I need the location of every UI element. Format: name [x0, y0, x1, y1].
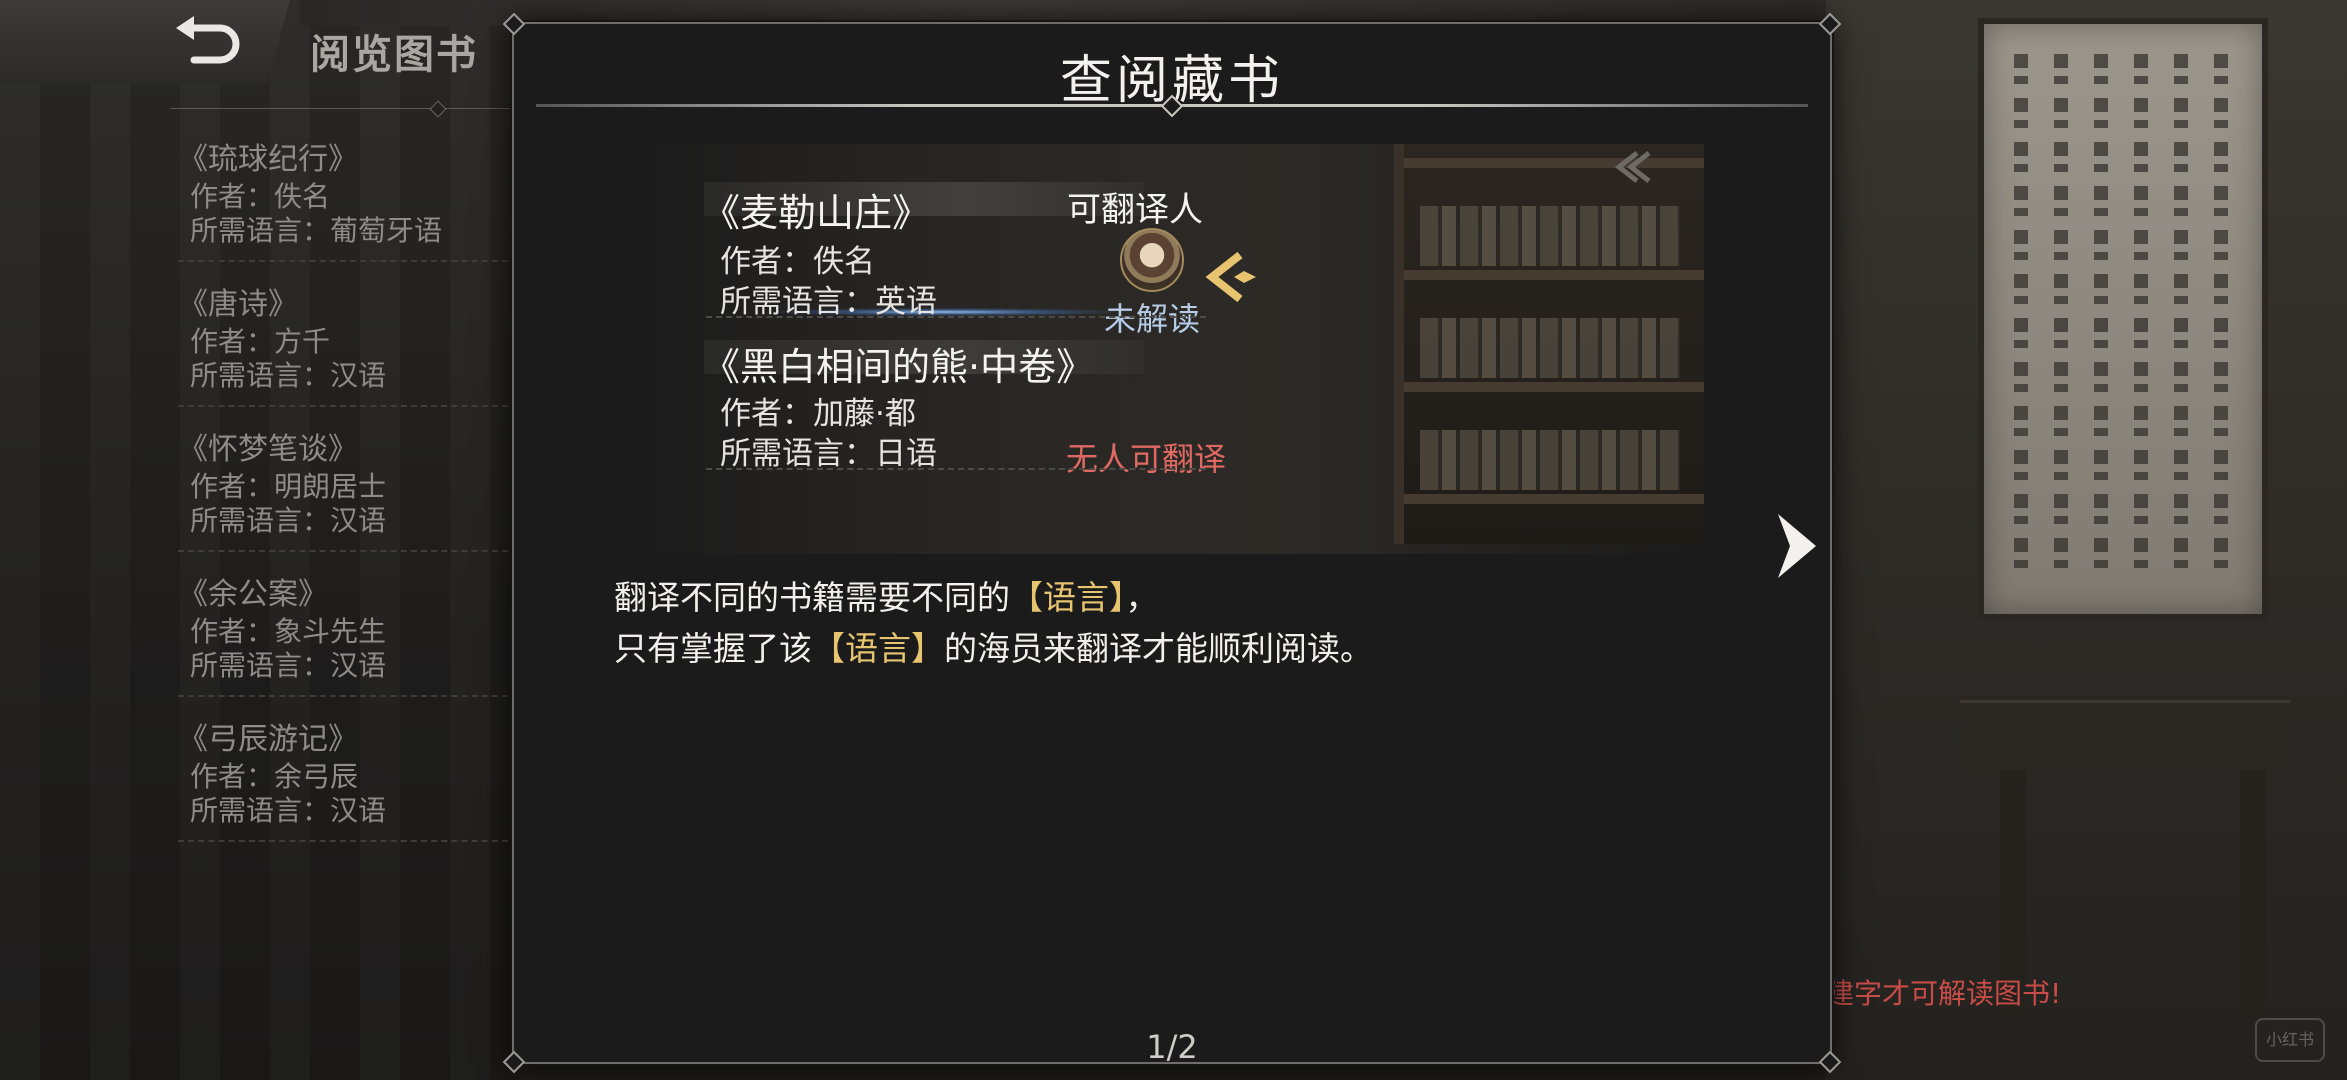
divider: [706, 316, 1206, 318]
left-divider: [170, 100, 520, 118]
example-book-language: 所需语言：日语: [720, 436, 937, 472]
divider: [178, 550, 508, 552]
book-title: 《余公案》: [178, 577, 328, 612]
book-list-item[interactable]: 《弓辰游记》 作者：余弓辰 所需语言：汉语: [178, 720, 518, 865]
back-arrow-icon: [176, 16, 240, 64]
back-button[interactable]: [0, 0, 290, 84]
book-status-no-translator: 无人可翻译: [1066, 440, 1227, 478]
tutorial-description: 翻译不同的书籍需要不同的【语言】， 只有掌握了该【语言】的海员来翻译才能顺利阅读…: [614, 572, 1373, 674]
divider: [178, 405, 508, 407]
description-line-2: 只有掌握了该【语言】的海员来翻译才能顺利阅读。: [614, 629, 1373, 668]
page-indicator: 1/2: [1146, 1028, 1198, 1066]
book-title: 《琉球纪行》: [178, 142, 358, 177]
next-page-arrow-icon[interactable]: [1774, 510, 1820, 582]
watermark: 小红书: [2255, 1018, 2325, 1062]
background-hint-text: 建字才可解读图书!: [1826, 977, 2062, 1010]
book-title: 《怀梦笔谈》: [178, 432, 358, 467]
language-keyword: 【语言】: [1010, 578, 1126, 617]
book-list-item[interactable]: 《余公案》 作者：象斗先生 所需语言：汉语: [178, 575, 518, 720]
book-author: 作者：佚名: [190, 180, 331, 213]
example-book-language: 所需语言：英语: [720, 284, 937, 320]
shelf-chevron-icon: [1614, 151, 1651, 183]
book-list-item[interactable]: 《琉球纪行》 作者：佚名 所需语言：葡萄牙语: [178, 140, 518, 285]
book-list: 《琉球纪行》 作者：佚名 所需语言：葡萄牙语 《唐诗》 作者：方千 所需语言：汉…: [178, 140, 518, 865]
book-language: 所需语言：汉语: [190, 504, 387, 537]
desk-leg: [2240, 770, 2266, 1020]
example-book-title: 《麦勒山庄》: [702, 191, 931, 235]
translator-avatar: [1120, 228, 1184, 292]
divider: [178, 260, 508, 262]
book-author: 作者：方千: [190, 325, 331, 358]
description-line-1: 翻译不同的书籍需要不同的【语言】，: [614, 578, 1159, 617]
book-author: 作者：余弓辰: [190, 760, 359, 793]
divider: [706, 468, 1206, 470]
book-title: 《唐诗》: [178, 287, 298, 322]
select-translator-arrow-icon: [1205, 251, 1256, 303]
book-language: 所需语言：汉语: [190, 359, 387, 392]
book-title: 《弓辰游记》: [178, 722, 358, 757]
tutorial-dialog: 查阅藏书 可翻译人 《麦勒山庄》 作者：佚名 所需语言：英语 未解读 《黑白相间…: [502, 12, 1842, 1074]
book-author: 作者：明朗居士: [190, 470, 387, 503]
language-keyword: 【语言】: [812, 629, 944, 668]
bookshelf-illustration: [1394, 144, 1704, 544]
book-language: 所需语言：葡萄牙语: [190, 214, 443, 247]
book-language: 所需语言：汉语: [190, 794, 387, 827]
divider: [178, 840, 508, 842]
example-book-author: 作者：佚名: [720, 244, 875, 280]
translator-header: 可翻译人: [1067, 190, 1203, 230]
example-book-author: 作者：加藤·都: [720, 396, 916, 432]
book-language: 所需语言：汉语: [190, 649, 387, 682]
divider: [178, 695, 508, 697]
book-list-item[interactable]: 《怀梦笔谈》 作者：明朗居士 所需语言：汉语: [178, 430, 518, 575]
book-author: 作者：象斗先生: [190, 615, 387, 648]
calligraphy-scroll: [1978, 18, 2268, 620]
page-title: 阅览图书: [310, 32, 478, 78]
example-book-title: 《黑白相间的熊·中卷》: [702, 345, 1095, 389]
book-list-item[interactable]: 《唐诗》 作者：方千 所需语言：汉语: [178, 285, 518, 430]
background-desk: [1960, 700, 2290, 773]
